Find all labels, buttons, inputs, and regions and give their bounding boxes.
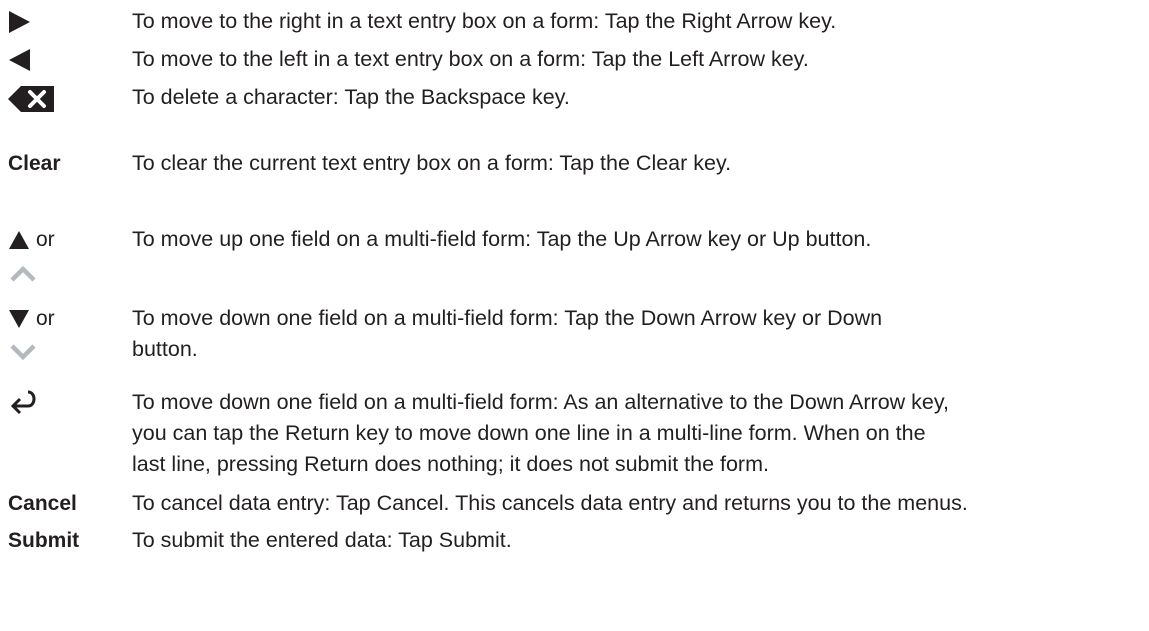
left-arrow-icon: [9, 49, 30, 71]
down-triangle-icon: [9, 309, 29, 328]
submit-description: To submit the entered data: Tap Submit.: [132, 528, 512, 552]
right-arrow-key: [8, 6, 128, 35]
cancel-description: To cancel data entry: Tap Cancel. This c…: [132, 491, 968, 515]
return-key: [8, 387, 128, 418]
up-key: or: [8, 224, 128, 283]
up-triangle-icon: [9, 230, 29, 249]
clear-key-label: Clear: [8, 152, 61, 175]
left-arrow-key: [8, 44, 128, 73]
right-arrow-description: To move to the right in a text entry box…: [132, 9, 837, 33]
right-arrow-icon: [9, 11, 30, 33]
down-description: To move down one field on a multi-field …: [132, 306, 883, 361]
up-description: To move up one field on a multi-field fo…: [132, 227, 872, 251]
backspace-icon: [8, 86, 54, 112]
return-icon: [10, 390, 36, 415]
backspace-key: [8, 82, 128, 114]
backspace-description: To delete a character: Tap the Backspace…: [132, 85, 570, 109]
submit-key-label: Submit: [8, 529, 80, 552]
up-chevron-icon: [10, 265, 36, 282]
up-or-label: or: [36, 228, 55, 251]
down-chevron-icon: [10, 344, 36, 361]
clear-description: To clear the current text entry box on a…: [132, 151, 732, 175]
cancel-key-label: Cancel: [8, 492, 77, 515]
down-key: or: [8, 303, 128, 362]
down-or-label: or: [36, 307, 55, 330]
left-arrow-description: To move to the left in a text entry box …: [132, 47, 809, 71]
return-description: To move down one field on a multi-field …: [132, 390, 949, 476]
